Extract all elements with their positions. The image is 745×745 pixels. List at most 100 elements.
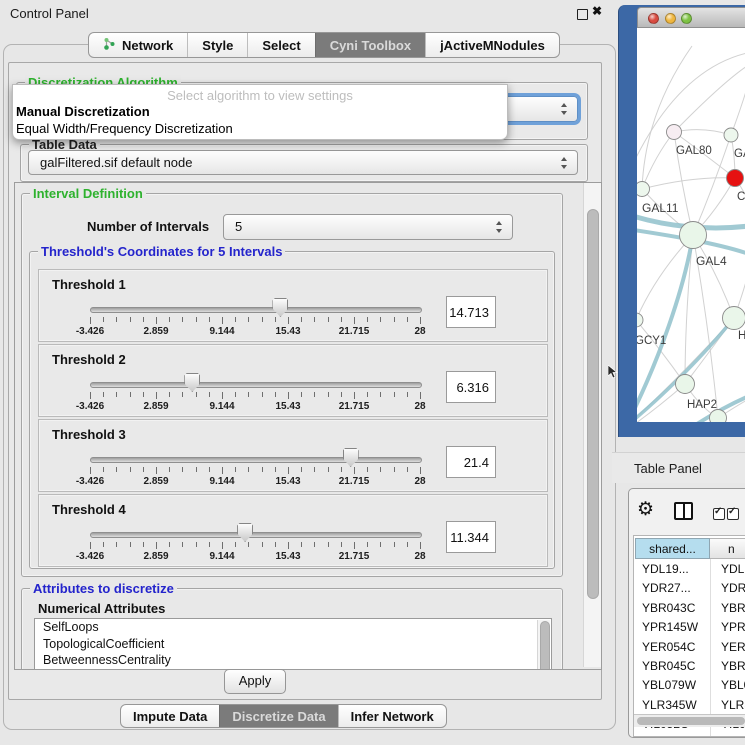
tab-impute-data[interactable]: Impute Data — [121, 705, 219, 727]
network-edge[interactable] — [674, 130, 731, 135]
network-node-top-right-node[interactable] — [724, 128, 738, 142]
table-row[interactable]: YDR27...YDR2 — [634, 579, 745, 598]
table-row[interactable]: YBL079WYBL0 — [634, 676, 745, 695]
tab-style[interactable]: Style — [187, 33, 247, 57]
slider-tick — [407, 467, 408, 472]
tab-cyni-toolbox[interactable]: Cyni Toolbox — [315, 33, 425, 57]
tab-jactivemnodules[interactable]: jActiveMNodules — [425, 33, 559, 57]
slider-tick — [314, 467, 315, 472]
settings-gear-icon[interactable]: ⚙ — [637, 500, 654, 520]
slider-tick — [314, 317, 315, 322]
network-node-red-node[interactable] — [727, 170, 744, 187]
table-row[interactable]: YER054CYER0 — [634, 638, 745, 657]
threshold-value-field[interactable]: 6.316 — [446, 371, 496, 403]
scrollbar-thumb[interactable] — [637, 717, 745, 725]
tab-label: Infer Network — [351, 709, 434, 724]
popup-item-equal-width-frequency[interactable]: Equal Width/Frequency Discretization — [16, 121, 233, 136]
network-window-titlebar[interactable] — [637, 7, 745, 28]
close-traffic-light-icon[interactable] — [648, 13, 659, 24]
number-of-intervals-combo[interactable]: 5 — [223, 214, 513, 240]
settings-scrollbar[interactable] — [583, 183, 601, 667]
slider-tick — [407, 392, 408, 397]
scrollbar-thumb[interactable] — [540, 621, 550, 670]
table-data-combo[interactable]: galFiltered.sif default node — [28, 150, 578, 175]
slider-tick — [116, 317, 117, 322]
slider-tick-label: 28 — [395, 401, 445, 412]
table-row[interactable]: YPR145WYPR1 — [634, 618, 745, 637]
slider-tick — [196, 392, 197, 397]
list-scrollbar[interactable] — [537, 620, 550, 670]
node-table[interactable]: shared... n YDL19...YDL1YDR27...YDR2YBR0… — [633, 535, 745, 737]
network-node-gcy1[interactable] — [637, 313, 643, 327]
slider-thumb[interactable] — [343, 448, 359, 467]
cell-shared-name: YPR145W — [642, 618, 698, 637]
zoom-traffic-light-icon[interactable] — [681, 13, 692, 24]
slider-tick — [222, 317, 223, 324]
slider-tick — [301, 317, 302, 322]
threshold-panel-2: Threshold 2-3.4262.8599.14415.4321.71528… — [38, 344, 548, 417]
table-row[interactable]: YDL19...YDL1 — [634, 560, 745, 579]
network-canvas[interactable]: GAL80GACGAL11GAL4GCY1HHAP2 — [637, 28, 745, 422]
slider-track[interactable] — [90, 307, 422, 313]
slider-track[interactable] — [90, 382, 422, 388]
slider-track[interactable] — [90, 532, 422, 538]
slider-tick — [314, 392, 315, 397]
slider-tick — [156, 317, 157, 324]
network-node-gal11[interactable] — [637, 182, 650, 197]
network-edge[interactable] — [674, 66, 745, 132]
select-columns-icon[interactable]: ✓ — [713, 508, 725, 520]
slider-tick — [262, 317, 263, 322]
table-row[interactable]: YBR043CYBR0 — [634, 599, 745, 618]
slider-thumb[interactable] — [184, 373, 200, 392]
network-edge[interactable] — [642, 132, 674, 189]
network-edge[interactable] — [642, 46, 692, 189]
slider-tick — [394, 542, 395, 547]
tab-discretize-data[interactable]: Discretize Data — [219, 705, 337, 727]
list-item[interactable]: TopologicalCoefficient — [35, 636, 551, 653]
float-window-icon[interactable] — [577, 9, 588, 20]
screenshot-root: Control Panel ✖ NetworkStyleSelectCyni T… — [0, 0, 745, 745]
slider-tick — [380, 317, 381, 322]
slider-tick — [275, 392, 276, 397]
slider-tick-label: 21.715 — [329, 476, 379, 487]
column-header-shared[interactable]: shared... — [635, 538, 710, 559]
popup-item-manual-discretization[interactable]: Manual Discretization — [16, 104, 150, 119]
slider-track[interactable] — [90, 457, 422, 463]
split-columns-icon[interactable] — [674, 502, 693, 520]
slider-tick — [90, 542, 91, 549]
list-item[interactable]: BetweennessCentrality — [35, 652, 551, 669]
scrollbar-thumb[interactable] — [587, 209, 599, 599]
tab-infer-network[interactable]: Infer Network — [338, 705, 446, 727]
list-item[interactable]: SelfLoops — [35, 619, 551, 636]
slider-tick-label: 9.144 — [197, 401, 247, 412]
network-node-bottom-node[interactable] — [710, 410, 727, 423]
network-node-gal80[interactable] — [667, 125, 682, 140]
table-row[interactable]: YBR045CYBR0 — [634, 657, 745, 676]
threshold-value-field[interactable]: 14.713 — [446, 296, 496, 328]
table-data-combo-value: galFiltered.sif default node — [40, 155, 192, 170]
threshold-value-field[interactable]: 11.344 — [446, 521, 496, 553]
tab-select[interactable]: Select — [247, 33, 314, 57]
slider-tick — [367, 392, 368, 397]
slider-tick — [156, 467, 157, 474]
threshold-value-field[interactable]: 21.4 — [446, 446, 496, 478]
numerical-attributes-list[interactable]: SelfLoopsTopologicalCoefficientBetweenne… — [34, 618, 552, 670]
slider-tick-label: -3.426 — [65, 401, 115, 412]
column-header-name[interactable]: n — [710, 538, 745, 559]
combo-arrows-icon — [561, 103, 568, 115]
slider-thumb[interactable] — [237, 523, 253, 542]
table-row[interactable]: YLR345WYLR3 — [634, 696, 745, 715]
network-node-hap2[interactable] — [676, 375, 695, 394]
network-node-gal4[interactable] — [680, 222, 707, 249]
close-icon[interactable]: ✖ — [592, 4, 602, 18]
slider-thumb[interactable] — [272, 298, 288, 317]
network-edge[interactable] — [642, 178, 735, 189]
select-columns-icon[interactable]: ✓ — [727, 508, 739, 520]
network-node-h-node[interactable] — [723, 307, 745, 330]
minimize-traffic-light-icon[interactable] — [665, 13, 676, 24]
slider-tick — [367, 317, 368, 322]
table-horizontal-scrollbar[interactable] — [634, 714, 745, 727]
apply-button[interactable]: Apply — [224, 669, 286, 694]
slider-tick — [196, 467, 197, 472]
tab-network[interactable]: Network — [89, 33, 187, 57]
